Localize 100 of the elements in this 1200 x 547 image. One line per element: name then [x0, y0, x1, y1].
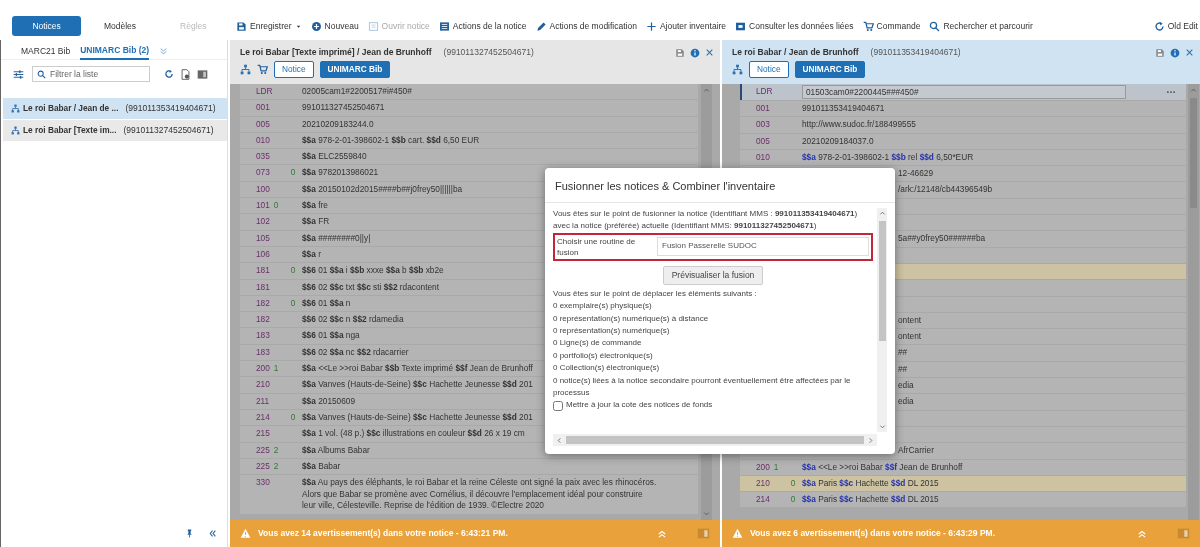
field-value: 12-46629	[898, 168, 934, 179]
field-value: ontent	[898, 314, 922, 325]
field-tag: 200	[756, 459, 770, 475]
field-value: $$6 02 $$c txt $$c sti $$2 rdacontent	[302, 281, 440, 292]
merge-intro-text: Vous êtes sur le point de fusionner la notice (Identifiant MMS : 991011353419404671) avec la notice (préférée) actuelle (Identifiant MMS: 991011327452504671)	[553, 207, 859, 232]
field-tag: 010	[256, 132, 270, 149]
field-indicator: 0	[273, 199, 279, 213]
field-value: $$6 01 $$a n	[302, 297, 351, 308]
field-tag: 035	[256, 149, 270, 165]
field-value: /ark:/12148/cb44396549b	[898, 184, 993, 195]
field-tag: 181	[256, 263, 270, 279]
record-title: Le roi Babar / Jean de Brunhoff	[732, 46, 859, 59]
field-value: $$6 02 $$a nc $$2 rdacarrier	[302, 346, 409, 357]
field-tag: 330	[256, 475, 270, 514]
field-tag: 200	[256, 361, 270, 377]
field-value: $$a <<Le >>roi Babar $$f Jean de Brunhoff	[802, 461, 963, 472]
field-indicator: 0	[290, 265, 296, 276]
field-tag: 182	[256, 312, 270, 328]
field-tag: 210	[756, 475, 770, 492]
checkbox-label: Mettre à jour la cote des notices de fonds	[566, 399, 713, 412]
field-tag: 101	[256, 198, 270, 214]
field-value: $$a ELC2559840	[302, 151, 367, 162]
move-item-text: 0 représentation(s) numérique(s)	[553, 324, 671, 337]
routine-label: Choisir une routine de fusion	[557, 236, 637, 259]
record-id: (991011353419404671)	[125, 102, 216, 115]
field-value: ##	[898, 363, 908, 374]
record-type-label: Notice	[274, 61, 314, 78]
field-tag: 106	[256, 246, 270, 263]
field-tag: 010	[756, 149, 770, 166]
field-value: $$6 01 $$a nga	[302, 330, 360, 341]
field-value: $$a 1 vol. (48 p.) $$c illustrations en couleur $$d 26 x 19 cm	[302, 428, 525, 439]
field-tag: 225	[256, 442, 270, 458]
field-indicator: 2	[273, 459, 279, 473]
move-item-text: 0 Collection(s) électronique(s)	[553, 362, 661, 375]
field-value: AfrCarrier	[898, 445, 934, 456]
field-indicator: 0	[290, 411, 296, 422]
field-indicator: 2	[273, 443, 279, 457]
field-value: $$a FR	[302, 216, 330, 227]
field-value: $$a Vanves (Hauts-de-Seine) $$c Hachette Jeunesse $$d 201	[302, 411, 533, 422]
field-tag: 211	[256, 393, 270, 409]
move-item-text: 0 portfolio(s) électronique(s)	[553, 349, 654, 362]
field-tag: 073	[256, 165, 270, 181]
field-value: $$a 9782013986021	[302, 167, 379, 178]
field-tag: 003	[756, 117, 770, 133]
move-heading: Vous êtes sur le point de déplacer les éléments suivants :	[553, 287, 758, 300]
field-tag: LDR	[256, 84, 273, 100]
field-value: $$a fre	[302, 200, 328, 211]
field-value: $$6 02 $$c n $$2 rdamedia	[302, 314, 404, 325]
field-value: $$a 978-2-01-398602-1 $$b cart. $$d 6,50 EUR	[302, 134, 480, 145]
field-indicator: 1	[273, 362, 279, 376]
field-indicator: 0	[790, 477, 796, 488]
field-value: ontent	[898, 331, 922, 342]
field-value: 991011353419404671	[802, 103, 885, 113]
field-value: $$a <<Le >>roi Babar $$b Texte imprimé $$f Jean de Brunhoff	[302, 363, 533, 374]
warning-text: Vous avez 14 avertissement(s) dans votre notice - 6:43:21 PM.	[258, 527, 508, 540]
field-tag: 225	[256, 458, 270, 475]
field-value: $$a ########0||y|	[302, 232, 371, 243]
field-value: $$6 01 $$a i $$b xxxe $$a b $$b xb2e	[302, 265, 444, 276]
field-value: $$a Albums Babar	[302, 444, 370, 455]
field-value: $$a Au pays des éléphants, le roi Babar et la reine Céleste ont signé la paix avec les rhinocéros. Alors que Babar se promène avec Cornélius, il découvre l'emplacement idéal pour construire leur ville, Célesteville. Reprise de l'édition de 1939. ©Electre 2020	[302, 477, 657, 511]
record-id: (991011353419404671)	[870, 46, 961, 59]
field-tag: 102	[256, 214, 270, 230]
record-title: Le roi Babar / Jean de ...	[23, 102, 119, 115]
field-value: 20210209184037.0	[802, 135, 874, 146]
field-value: $$a Babar	[302, 460, 341, 471]
field-tag: 181	[256, 279, 270, 295]
dialog-title: Fusionner les notices & Combiner l'inventaire	[545, 168, 895, 203]
field-tag: 183	[256, 344, 270, 361]
field-tag: LDR	[756, 84, 773, 100]
field-tag: 183	[256, 328, 270, 344]
field-tag: 005	[756, 133, 770, 149]
record-id: (991011327452504671)	[123, 124, 214, 137]
field-value: $$a 20150102d2015####b##j0frey50||||||ba	[302, 183, 463, 194]
field-value: edia	[898, 380, 914, 391]
field-value: $$a r	[302, 248, 321, 259]
move-item-text: 0 Ligne(s) de commande	[553, 337, 643, 350]
field-value: $$a Paris $$c Hachette $$d DL 2015	[802, 477, 939, 488]
field-tag: 215	[256, 426, 270, 442]
field-value: 20210209183244.0	[302, 118, 374, 129]
warning-text: Vous avez 6 avertissement(s) dans votre notice - 6:43:29 PM.	[750, 527, 996, 540]
field-tag: 001	[756, 101, 770, 117]
move-item-text: 0 exemplaire(s) physique(s)	[553, 300, 653, 313]
field-value: ##	[898, 347, 908, 358]
field-tag: 100	[256, 181, 270, 198]
format-label: UNIMARC Bib	[794, 61, 866, 78]
field-tag: 214	[256, 409, 270, 426]
record-id: (991011327452504671)	[443, 46, 534, 59]
field-value: edia	[898, 396, 914, 407]
record-type-label: Notice	[749, 61, 789, 78]
field-value: $$a Vanves (Hauts-de-Seine) $$c Hachette Jeunesse $$d 201	[302, 379, 533, 390]
field-indicator: 0	[290, 167, 296, 178]
field-indicator: 0	[790, 494, 796, 505]
field-indicator: 1	[773, 460, 779, 474]
field-tag: 210	[256, 377, 270, 393]
field-value: $$a Paris $$c Hachette $$d DL 2015	[802, 494, 939, 505]
field-value: $$a 20150609	[302, 395, 356, 406]
field-tag: 182	[256, 295, 270, 312]
move-item-text: 0 notice(s) liées à la notice secondaire pourront éventuellement être affectées par le processus	[553, 374, 852, 399]
format-label: UNIMARC Bib	[319, 61, 391, 78]
record-title: Le roi Babar [Texte imprimé] / Jean de Brunhoff	[240, 46, 432, 59]
